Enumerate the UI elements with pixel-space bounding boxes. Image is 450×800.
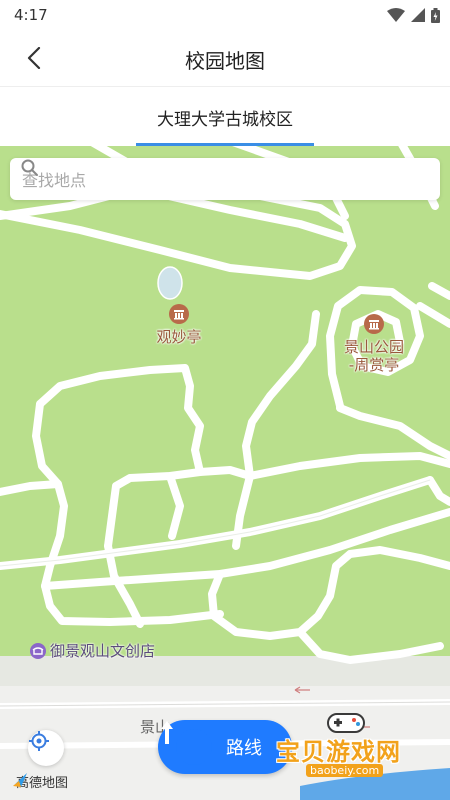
route-label: 路线 <box>226 738 262 759</box>
poi-jingshan-park[interactable]: 景山公园 -周赏亭 <box>336 314 412 374</box>
map-canvas <box>0 146 450 800</box>
poi-label: 观妙亭 <box>156 328 202 346</box>
battery-icon <box>431 7 440 23</box>
amap-logo-icon <box>13 773 27 787</box>
search-input[interactable]: 查找地点 <box>10 158 440 200</box>
status-bar: 4:17 <box>0 0 450 30</box>
tab-campus[interactable]: 大理大学古城校区 <box>136 87 314 146</box>
poi-label-line2: -周赏亭 <box>348 356 400 374</box>
locate-button[interactable] <box>28 730 64 766</box>
poi-culture-shop[interactable]: 御景观山文创店 <box>30 640 155 661</box>
wifi-icon <box>387 8 405 22</box>
route-arrow-icon <box>161 721 212 765</box>
watermark-text: 宝贝游戏网 <box>276 738 401 766</box>
watermark: 宝贝游戏网 baobeiy.com <box>272 712 442 782</box>
locate-icon <box>29 731 49 751</box>
poi-label-line1: 景山公园 <box>343 338 404 356</box>
status-icons <box>387 7 440 23</box>
page-title: 校园地图 <box>185 49 265 73</box>
shop-label: 御景观山文创店 <box>50 642 156 660</box>
status-time: 4:17 <box>14 6 48 24</box>
tab-label: 大理大学古城校区 <box>157 110 293 130</box>
poi-guanmiao-pavilion[interactable]: 观妙亭 <box>150 304 208 346</box>
tab-bar: 大理大学古城校区 <box>0 86 450 147</box>
signal-icon <box>411 8 425 22</box>
watermark-url: baobeiy.com <box>306 764 384 777</box>
landmark-icon <box>169 304 189 324</box>
app-header: 校园地图 <box>0 30 450 86</box>
shop-icon <box>30 642 46 659</box>
landmark-icon <box>364 314 384 334</box>
search-icon <box>21 159 38 176</box>
amap-logo: 高德地图 <box>12 772 68 791</box>
campus-map[interactable]: 查找地点 观妙亭 景山公园 -周赏亭 御景观山文创店 景山 路线 高德地图 宝贝… <box>0 146 450 800</box>
